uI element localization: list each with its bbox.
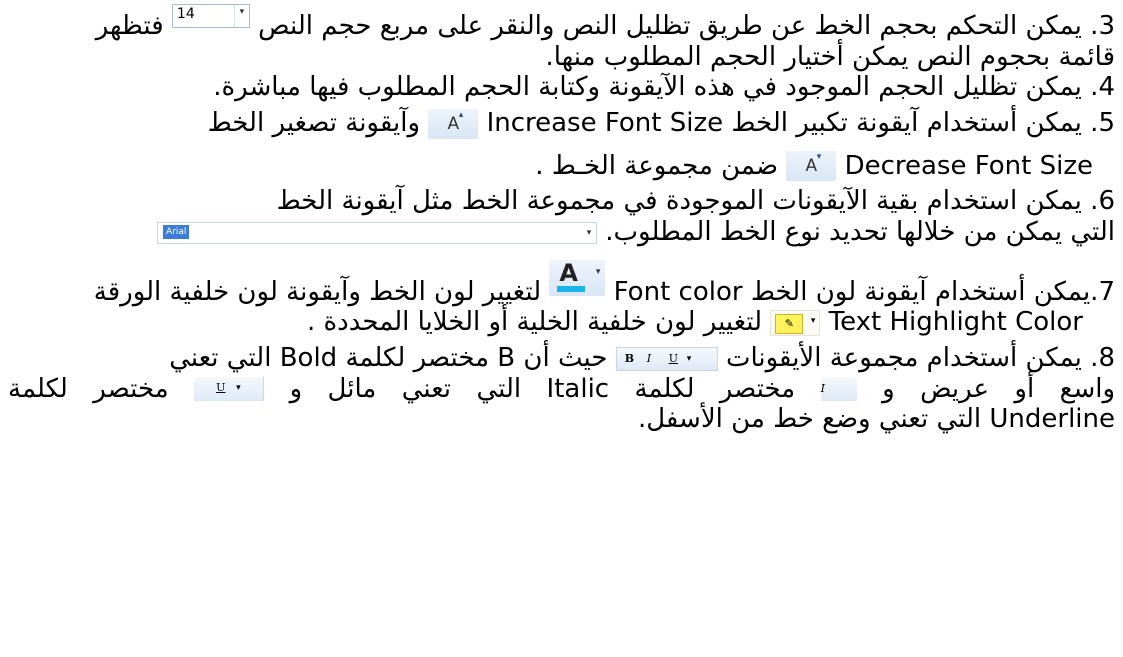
underline-glyph: U [216,381,226,395]
italic-glyph: I [820,382,826,396]
shrink-font-icon: A ▾ [786,151,837,182]
para-6-line-2: التي يمكن من خلالها تحديد نوع الخط المطل… [8,217,1115,248]
underline-term: Underline [989,404,1115,435]
font-color-swatch [557,285,586,292]
highlight-color-icon: ✎ ▾ [770,309,821,336]
para-5-text-c: ضمن مجموعة الخـط . [535,150,779,181]
para-3-line-1: 3. يمكن التحكم بحجم الخط عن طريق تظليل ا… [8,4,1115,42]
font-name-box-icon: Arial ▾ [157,221,598,244]
para-3-line-2: قائمة بحجوم النص يمكن أختيار الحجم المطل… [8,42,1115,73]
para-5-text-a: 5. يمكن أستخدام آيقونة تكبير الخط [731,108,1115,139]
grow-font-glyph: A [447,113,460,134]
para-8-line-3: Underline التي تعني وضع خط من الأسفل. [8,404,1115,435]
para-7-text-b: لتغيير لون الخط وآيقونة لون خلفية الورقة [93,276,542,307]
para-7-line-1: 7.يمكن أستخدام آيقونة لون الخط Font colo… [8,258,1115,308]
para-5-line-2: Decrease Font Size A ▾ ضمن مجموعة الخـط … [8,151,1115,182]
dropdown-arrow-icon: ▾ [686,353,692,364]
highlighter-pen-icon: ✎ [775,313,804,334]
para-5-line-1: 5. يمكن أستخدام آيقونة تكبير الخط Increa… [8,108,1115,139]
font-color-glyph: A [559,258,578,287]
para-3-tail: فتظهر [95,11,164,41]
italic-glyph: I [646,351,652,365]
underline-icon: U ▾ [194,377,265,402]
para-7-line-2: Text Highlight Color ✎ ▾ لتغيير لون خلفي… [8,307,1115,338]
up-caret-icon: ▴ [458,109,464,120]
dropdown-arrow-icon: ▾ [595,266,601,277]
down-caret-icon: ▾ [816,152,822,163]
para-8-line-2: واسع أو عريض و I مختصر لكلمة Italic التي… [8,374,1115,405]
para-7-text-a: 7.يمكن أستخدام آيقونة لون الخط [750,276,1115,307]
document-page: 3. يمكن التحكم بحجم الخط عن طريق تظليل ا… [0,0,1123,657]
para-6-text: 6. يمكن استخدام بقية الآيقونات الموجودة … [276,186,1115,217]
font-size-value: 14 [176,6,195,22]
para-7-text-c: لتغيير لون خلفية الخلية أو الخلايا المحد… [307,307,763,338]
para-3-text: 3. يمكن التحكم بحجم الخط عن طريق تظليل ا… [258,11,1115,41]
para-8-text-f: التي تعني مائل و [289,373,522,404]
font-size-box-icon: 14 ▾ [171,4,250,28]
bold-glyph: B [624,351,635,365]
increase-font-size-term: Increase Font Size [486,108,724,139]
font-color-term: Font color [613,276,743,307]
dropdown-arrow-icon: ▾ [236,383,241,394]
shrink-font-glyph: A [805,156,818,177]
para-6-text-2: التي يمكن من خلالها تحديد نوع الخط المطل… [605,217,1115,248]
para-5-text-b: وآيقونة تصغير الخط [207,108,421,139]
bold-term: Bold [279,343,338,374]
para-6-line-1: 6. يمكن استخدام بقية الآيقونات الموجودة … [8,186,1115,217]
grow-font-icon: A ▴ [428,108,479,139]
dropdown-arrow-icon: ▾ [233,5,249,27]
decrease-font-size-term: Decrease Font Size [844,150,1093,181]
font-name-value: Arial [163,224,190,239]
para-8-text-g: مختصر لكلمة [8,373,169,404]
dropdown-arrow-icon: ▾ [586,227,592,238]
para-8-text-a: 8. يمكن أستخدام مجموعة الأيقونات [725,343,1115,374]
bold-italic-underline-icon: B I U ▾ [615,346,718,371]
para-8-text-d: واسع أو عريض و [882,373,1116,404]
para-8-text-b: حيث أن B مختصر لكلمة [345,343,608,374]
para-4-line-1: 4. يمكن تظليل الحجم الموجود في هذه الآيق… [8,72,1115,103]
para-8-text-e: مختصر لكلمة [634,373,796,404]
para-8-text-c: التي تعني [169,343,272,374]
dropdown-arrow-icon: ▾ [810,315,816,326]
para-8-line-1: 8. يمكن أستخدام مجموعة الأيقونات B I U ▾… [8,343,1115,374]
font-color-icon: A ▾ [549,258,606,296]
text-highlight-color-term: Text Highlight Color [828,307,1083,338]
italic-icon: I [820,377,857,402]
para-4-text: 4. يمكن تظليل الحجم الموجود في هذه الآيق… [213,72,1115,103]
italic-term: Italic [546,373,610,404]
para-8-text-h: التي تعني وضع خط من الأسفل. [637,404,982,435]
underline-glyph: U [668,351,678,365]
para-3-text-2: قائمة بحجوم النص يمكن أختيار الحجم المطل… [545,41,1115,72]
